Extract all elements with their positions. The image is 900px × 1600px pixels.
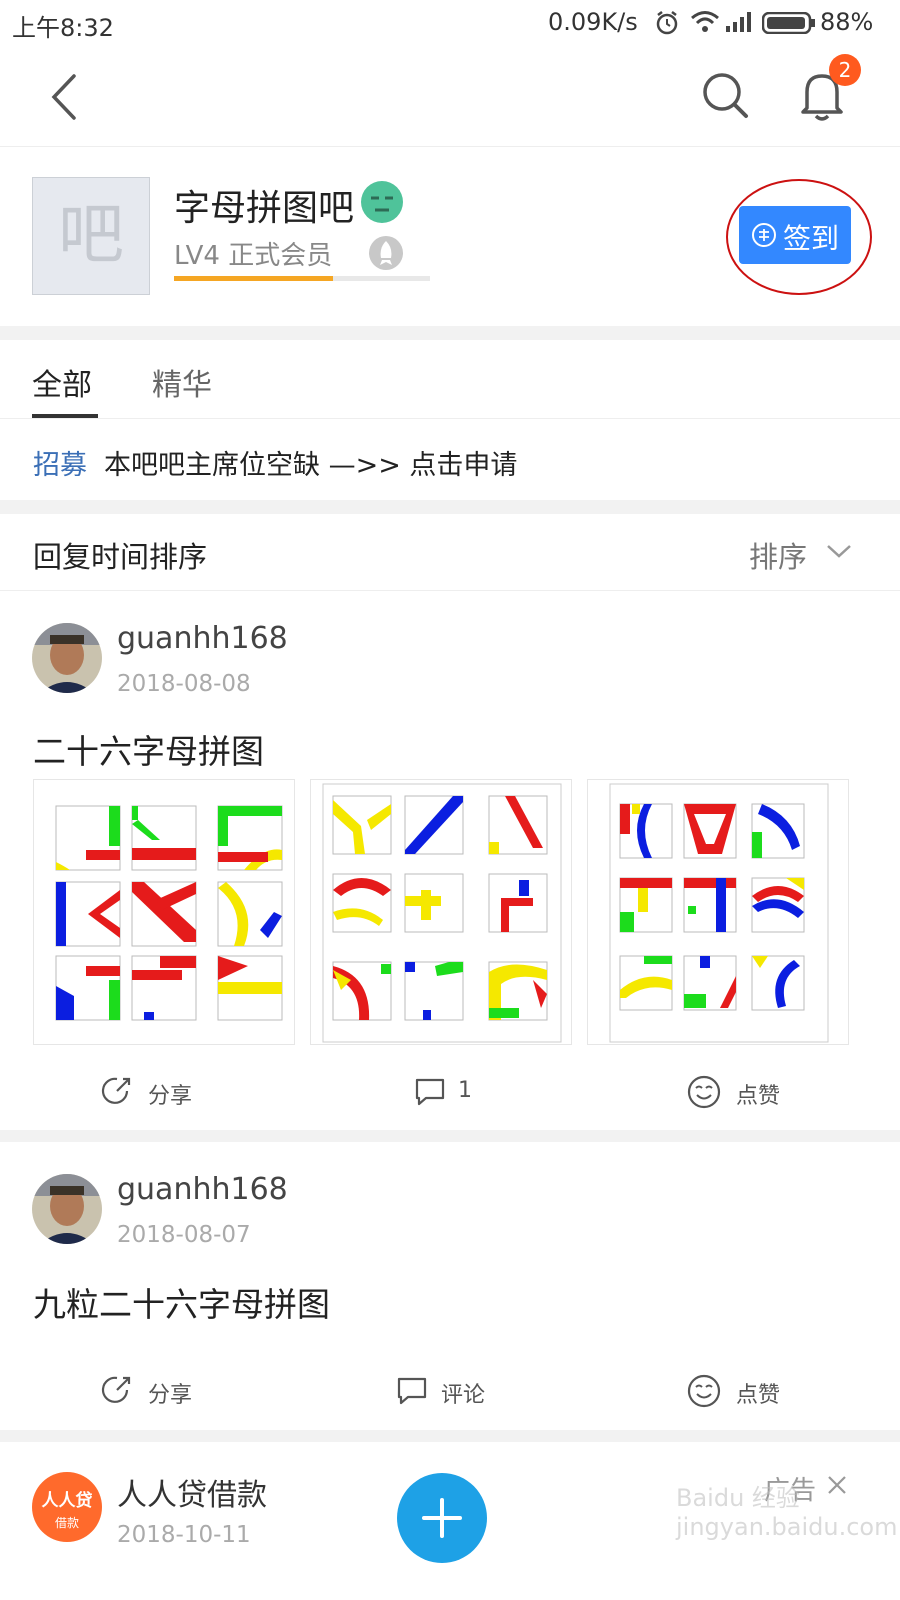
ad-logo-text: 人人贷 xyxy=(41,1491,93,1511)
chevron-down-icon[interactable] xyxy=(826,542,852,564)
like-label[interactable]: 点赞 xyxy=(736,1078,780,1110)
post-image[interactable] xyxy=(587,779,849,1045)
battery-icon xyxy=(761,11,816,38)
section-divider xyxy=(0,326,900,340)
back-arrow-icon[interactable] xyxy=(44,72,84,126)
like-face-icon[interactable] xyxy=(686,1373,722,1413)
post-date: 2018-08-07 xyxy=(117,1222,251,1248)
forum-avatar: 吧 xyxy=(32,177,150,295)
status-time: 上午8:32 xyxy=(12,14,114,42)
post-username[interactable]: guanhh168 xyxy=(117,1172,288,1207)
post-date: 2018-08-08 xyxy=(117,671,251,697)
comment-label[interactable]: 评论 xyxy=(441,1377,485,1409)
expression-face-icon xyxy=(360,180,404,228)
sign-in-label: 签到 xyxy=(783,222,840,255)
alarm-icon xyxy=(654,10,680,40)
notification-badge: 2 xyxy=(829,54,861,86)
sort-button[interactable]: 排序 xyxy=(749,534,807,576)
post-card[interactable]: guanhh168 2018-08-07 九粒二十六字母拼图 分享 评论 点赞 xyxy=(0,1142,900,1432)
tab-bar: 全部 精华 xyxy=(0,340,900,419)
signal-icon xyxy=(724,10,754,38)
post-title[interactable]: 二十六字母拼图 xyxy=(33,725,264,773)
level-progress-fill xyxy=(174,276,333,281)
share-icon[interactable] xyxy=(101,1374,133,1410)
share-label[interactable]: 分享 xyxy=(148,1078,192,1110)
top-bar: 2 xyxy=(0,46,900,147)
section-divider xyxy=(0,1130,900,1142)
post-card[interactable]: guanhh168 2018-08-08 二十六字母拼图 分享 1 点赞 xyxy=(0,591,900,1131)
post-username[interactable]: guanhh168 xyxy=(117,621,288,656)
share-label[interactable]: 分享 xyxy=(148,1377,192,1409)
tab-featured[interactable]: 精华 xyxy=(152,360,212,404)
watermark: Baidu 经验 jingyan.baidu.com xyxy=(676,1484,898,1541)
ad-name[interactable]: 人人贷借款 xyxy=(117,1470,267,1514)
post-title[interactable]: 九粒二十六字母拼图 xyxy=(33,1278,330,1326)
sort-row: 回复时间排序 排序 xyxy=(0,514,900,591)
level-text: LV4 正式会员 xyxy=(174,241,333,271)
level-progress-track xyxy=(174,276,430,281)
post-image[interactable] xyxy=(310,779,572,1045)
section-divider xyxy=(0,1430,900,1442)
notice-tag: 招募 xyxy=(33,450,87,481)
wifi-icon xyxy=(690,10,720,38)
rocket-icon xyxy=(368,235,404,275)
tab-active-indicator xyxy=(32,414,98,418)
like-label[interactable]: 点赞 xyxy=(736,1377,780,1409)
ad-logo-subtext: 借款 xyxy=(54,1516,79,1530)
section-divider xyxy=(0,500,900,514)
forum-name: 字母拼图吧 xyxy=(174,188,355,229)
plus-icon xyxy=(420,1496,464,1544)
sort-label: 回复时间排序 xyxy=(33,540,208,574)
comment-count[interactable]: 1 xyxy=(458,1078,472,1103)
search-icon[interactable] xyxy=(700,70,750,124)
status-bar: 上午8:32 0.09K/s 88% xyxy=(0,0,900,46)
notice-text: 本吧吧主席位空缺 —>> 点击申请 xyxy=(104,450,518,481)
battery-percent: 88% xyxy=(820,8,874,36)
tab-all[interactable]: 全部 xyxy=(32,360,92,404)
post-image[interactable] xyxy=(33,779,295,1045)
ad-date: 2018-10-11 xyxy=(117,1522,251,1548)
ad-logo[interactable]: 人人贷 借款 xyxy=(32,1472,102,1542)
user-avatar[interactable] xyxy=(32,623,102,693)
network-speed: 0.09K/s xyxy=(548,8,638,36)
like-face-icon[interactable] xyxy=(686,1074,722,1114)
compose-button[interactable] xyxy=(397,1473,487,1563)
share-icon[interactable] xyxy=(101,1075,133,1111)
forum-header: 吧 字母拼图吧 LV4 正式会员 签到 xyxy=(0,147,900,333)
user-avatar[interactable] xyxy=(32,1174,102,1244)
comment-icon[interactable] xyxy=(414,1076,446,1112)
comment-icon[interactable] xyxy=(396,1375,428,1411)
sign-in-icon xyxy=(751,222,777,252)
notice-row[interactable]: 招募 本吧吧主席位空缺 —>> 点击申请 xyxy=(0,419,900,501)
sign-in-button[interactable]: 签到 xyxy=(739,206,851,264)
